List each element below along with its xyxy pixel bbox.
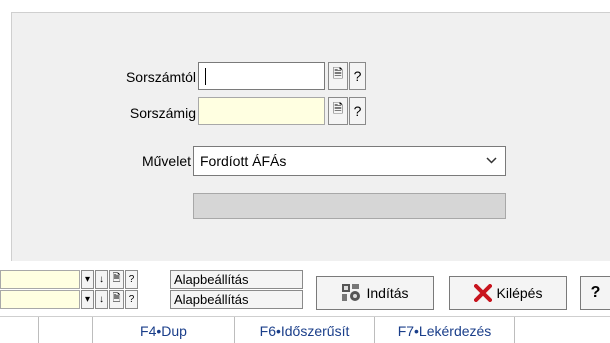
chevron-down-icon xyxy=(486,157,497,164)
arrow-down-icon: ↓ xyxy=(99,294,104,305)
from-lookup-button[interactable]: 🗎 xyxy=(328,62,348,90)
filter-input[interactable] xyxy=(0,290,80,309)
gear-puzzle-icon xyxy=(342,284,361,301)
status-f7-query[interactable]: F7•Lekérdezés xyxy=(374,317,514,343)
operation-select[interactable]: Fordíott ÁFÁs xyxy=(193,146,506,176)
exit-button[interactable]: Kilépés xyxy=(449,276,567,310)
red-x-icon xyxy=(473,284,492,302)
status-cell-empty xyxy=(514,317,610,343)
to-lookup-button[interactable]: 🗎 xyxy=(328,97,348,125)
from-label: Sorszámtól xyxy=(125,69,196,85)
dropdown-arrow-icon: ▾ xyxy=(84,274,91,285)
help-icon: ? xyxy=(353,68,362,84)
from-help-button[interactable]: ? xyxy=(349,62,366,90)
progress-bar xyxy=(193,193,506,219)
filter-doc-button[interactable]: 🗎 xyxy=(109,290,124,309)
operation-value: Fordíott ÁFÁs xyxy=(200,153,287,169)
filter-doc-button[interactable]: 🗎 xyxy=(109,270,124,289)
to-label: Sorszámig xyxy=(129,105,196,121)
document-icon: 🗎 xyxy=(112,273,121,284)
form-group: Sorszámtól 🗎 ? Sorszámig 🗎 ? Művelet For… xyxy=(11,12,610,261)
dialog: Sorszámtól 🗎 ? Sorszámig 🗎 ? Művelet For… xyxy=(0,0,610,343)
filter-input[interactable] xyxy=(0,270,80,289)
help-icon: ? xyxy=(353,103,362,119)
filter-row: ▾ ↓ 🗎 ? Alapbeállítás xyxy=(0,270,310,289)
status-f6-refresh[interactable]: F6•Időszerűsít xyxy=(234,317,374,343)
dropdown-arrow-icon: ▾ xyxy=(84,294,91,305)
filter-down-button[interactable]: ↓ xyxy=(95,290,108,309)
filter-help-button[interactable]: ? xyxy=(125,270,138,289)
help-button[interactable]: ? xyxy=(580,276,610,310)
arrow-down-icon: ↓ xyxy=(99,274,104,285)
status-f4-dup[interactable]: F4•Dup xyxy=(92,317,234,343)
help-icon: ? xyxy=(128,274,135,285)
document-icon: 🗎 xyxy=(332,101,344,116)
filter-preset-label[interactable]: Alapbeállítás xyxy=(170,270,303,289)
filter-preset-label[interactable]: Alapbeállítás xyxy=(170,290,303,309)
document-icon: 🗎 xyxy=(112,293,121,304)
status-bar: F4•Dup F6•Időszerűsít F7•Lekérdezés xyxy=(0,316,610,343)
document-icon: 🗎 xyxy=(332,66,344,81)
text-caret xyxy=(205,68,206,85)
to-help-button[interactable]: ? xyxy=(349,97,366,125)
operation-label: Művelet xyxy=(141,153,191,169)
to-field[interactable] xyxy=(198,97,325,125)
status-cell-empty xyxy=(38,317,92,343)
help-icon: ? xyxy=(128,294,135,305)
filter-dropdown-button[interactable]: ▾ xyxy=(81,290,94,309)
exit-button-label: Kilépés xyxy=(496,285,543,301)
filter-dropdown-button[interactable]: ▾ xyxy=(81,270,94,289)
help-icon: ? xyxy=(590,284,601,301)
start-button[interactable]: Indítás xyxy=(316,276,434,310)
filter-down-button[interactable]: ↓ xyxy=(95,270,108,289)
filter-help-button[interactable]: ? xyxy=(125,290,138,309)
start-button-label: Indítás xyxy=(366,285,409,301)
filter-row: ▾ ↓ 🗎 ? Alapbeállítás xyxy=(0,290,310,309)
from-field[interactable] xyxy=(198,62,325,90)
